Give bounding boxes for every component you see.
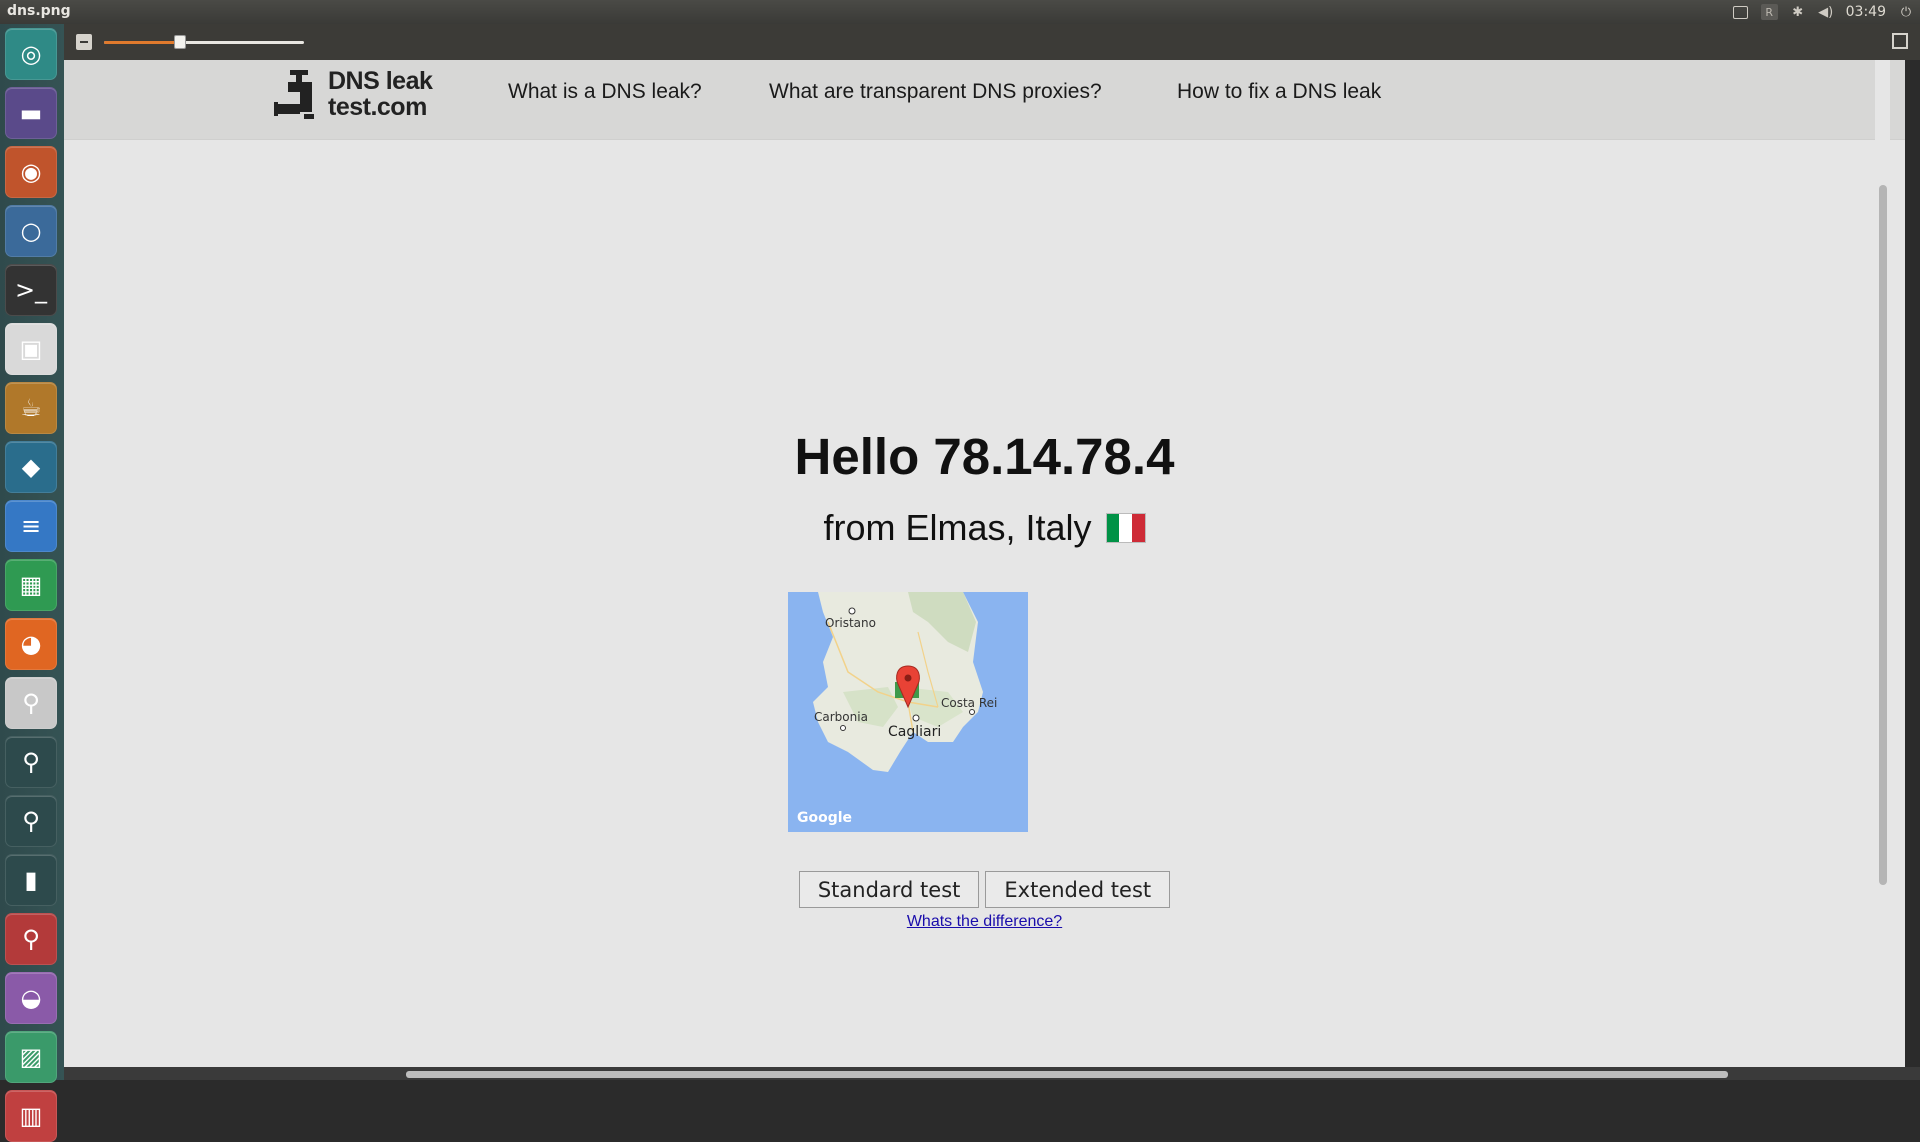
- zoom-slider[interactable]: [104, 35, 304, 49]
- google-logo: Google: [797, 810, 853, 826]
- hello-ip-heading: Hello 78.14.78.4: [794, 428, 1175, 485]
- clock[interactable]: 03:49: [1846, 4, 1886, 20]
- session-icon[interactable]: ⏻: [1898, 4, 1914, 20]
- settings-toggle-icon[interactable]: ⚲: [5, 677, 57, 729]
- image-viewer-icon-glyph: ▨: [19, 1043, 43, 1071]
- dash-home-icon-glyph: ◎: [20, 40, 42, 68]
- zoom-out-button[interactable]: [76, 34, 92, 50]
- logo-text: DNS leak test.com: [328, 67, 433, 121]
- difference-link-text[interactable]: Whats the difference?: [907, 913, 1062, 930]
- dash-home-icon[interactable]: ◎: [5, 28, 57, 80]
- usb-lock-icon-glyph: ▮: [24, 866, 38, 894]
- kodi-icon[interactable]: ◆: [5, 441, 57, 493]
- firefox-icon[interactable]: ◕: [5, 618, 57, 670]
- chromium-icon[interactable]: ○: [5, 205, 57, 257]
- settings-toggle-icon-glyph: ⚲: [22, 689, 40, 717]
- location-map[interactable]: Oristano Carbonia Costa Rei Cagliari Goo…: [788, 592, 1028, 832]
- page-vertical-scrollbar[interactable]: [1875, 60, 1890, 1067]
- standard-test-button[interactable]: Standard test: [798, 871, 980, 908]
- location-text: from Elmas, Italy: [823, 507, 1092, 548]
- nav-what-is-dns-leak[interactable]: What is a DNS leak?: [508, 80, 702, 104]
- trash-icon-glyph: ▥: [19, 1102, 43, 1130]
- system-tray: R ✱ ◀) 03:49 ⏻: [1733, 0, 1914, 24]
- nav-transparent-dns-proxies[interactable]: What are transparent DNS proxies?: [769, 80, 1102, 104]
- web-page: DNS leak test.com What is a DNS leak? Wh…: [64, 60, 1905, 1067]
- vpn-red-icon-glyph: ⚲: [22, 925, 40, 953]
- zoom-slider-fill: [104, 41, 180, 44]
- remote-desktop-icon-glyph: ▣: [19, 335, 43, 363]
- logo-line-1: DNS leak: [328, 67, 433, 95]
- zoom-slider-thumb[interactable]: [174, 35, 186, 49]
- spreadsheet-icon-glyph: ▦: [19, 571, 43, 599]
- keyboard-icon[interactable]: R: [1760, 4, 1778, 20]
- files-icon-glyph: ▬: [19, 99, 43, 127]
- map-label-oristano: Oristano: [825, 616, 876, 630]
- map-label-costa-rei: Costa Rei: [941, 696, 998, 710]
- kodi-icon-glyph: ◆: [21, 453, 41, 481]
- map-label-carbonia: Carbonia: [814, 710, 868, 724]
- flag-stripe-red: [1131, 514, 1145, 542]
- location-line: from Elmas, Italy: [64, 507, 1905, 549]
- remote-desktop-icon[interactable]: ▣: [5, 323, 57, 375]
- installer-icon[interactable]: ◒: [5, 972, 57, 1024]
- display-icon[interactable]: [1733, 4, 1749, 20]
- map-label-cagliari: Cagliari: [888, 724, 942, 740]
- volume-icon[interactable]: ◀): [1818, 4, 1834, 20]
- web-browser-icon-glyph: ◉: [20, 158, 42, 186]
- faucet-icon: [274, 70, 314, 119]
- logo-line-2: test.com: [328, 93, 427, 121]
- top-panel: dns.png R ✱ ◀) 03:49 ⏻: [0, 0, 1920, 24]
- test-buttons: Standard test Extended test: [64, 871, 1905, 908]
- bluetooth-icon[interactable]: ✱: [1790, 4, 1806, 20]
- installer-icon-glyph: ◒: [20, 984, 42, 1012]
- window-title: dns.png: [7, 3, 71, 19]
- image-viewer-icon[interactable]: ▨: [5, 1031, 57, 1083]
- chromium-icon-glyph: ○: [20, 217, 42, 245]
- vpn-search-icon-2-glyph: ⚲: [22, 807, 40, 835]
- minus-icon: [80, 41, 88, 43]
- usb-lock-icon[interactable]: ▮: [5, 854, 57, 906]
- fullscreen-icon[interactable]: [1892, 33, 1908, 49]
- java-icon[interactable]: ☕: [5, 382, 57, 434]
- extended-test-button[interactable]: Extended test: [985, 871, 1171, 908]
- spreadsheet-icon[interactable]: ▦: [5, 559, 57, 611]
- files-icon[interactable]: ▬: [5, 87, 57, 139]
- nav-how-to-fix[interactable]: How to fix a DNS leak: [1177, 80, 1381, 104]
- flag-stripe-white: [1119, 514, 1132, 542]
- vpn-search-icon-2[interactable]: ⚲: [5, 795, 57, 847]
- viewer-toolbar: [64, 24, 1920, 60]
- flag-stripe-green: [1106, 514, 1120, 542]
- italy-flag-icon: [1105, 513, 1146, 543]
- terminal-icon[interactable]: >_: [5, 264, 57, 316]
- horizontal-scrollbar[interactable]: [64, 1067, 1920, 1080]
- image-area: DNS leak test.com What is a DNS leak? Wh…: [64, 60, 1920, 1080]
- vpn-red-icon[interactable]: ⚲: [5, 913, 57, 965]
- web-browser-icon[interactable]: ◉: [5, 146, 57, 198]
- trash-icon[interactable]: ▥: [5, 1090, 57, 1142]
- site-nav: DNS leak test.com What is a DNS leak? Wh…: [64, 60, 1905, 140]
- firefox-icon-glyph: ◕: [20, 630, 42, 658]
- site-logo[interactable]: DNS leak test.com: [274, 64, 433, 124]
- horizontal-scroll-thumb[interactable]: [406, 1071, 1728, 1078]
- launcher: ◎ ▬ ◉ ○ >_ ▣ ☕ ◆ ≡ ▦ ◕ ⚲ ⚲ ⚲ ▮ ⚲ ◒ ▨ ▥: [0, 24, 65, 1142]
- text-editor-icon-glyph: ≡: [20, 512, 42, 540]
- terminal-icon-glyph: >_: [14, 276, 48, 304]
- vpn-search-icon-glyph: ⚲: [22, 748, 40, 776]
- whats-the-difference-link: Whats the difference?: [64, 913, 1905, 931]
- text-editor-icon[interactable]: ≡: [5, 500, 57, 552]
- vpn-search-icon[interactable]: ⚲: [5, 736, 57, 788]
- java-icon-glyph: ☕: [20, 394, 42, 422]
- vertical-scroll-thumb[interactable]: [1879, 185, 1887, 885]
